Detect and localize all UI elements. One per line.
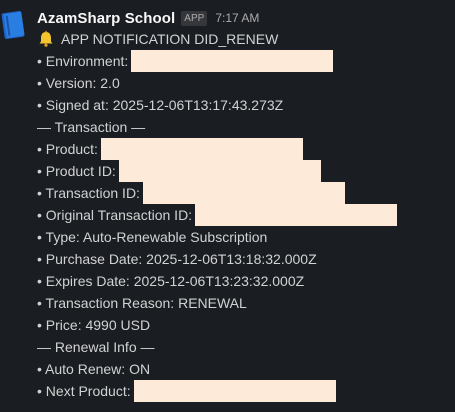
type-row: • Type: Auto-Renewable Subscription [37,226,267,248]
environment-row: • Environment: [37,50,334,72]
app-name-link[interactable]: AzamSharp School [37,10,175,27]
environment-label: • Environment: [37,53,129,69]
auto-renew-row: • Auto Renew: ON [37,358,150,380]
transaction-section-header: — Transaction — [37,116,145,138]
bell-icon [37,30,55,48]
redacted-product-id-value [118,160,321,182]
expires-date-row: • Expires Date: 2025-12-06T13:23:32.000Z [37,270,304,292]
signed-at-text: • Signed at: 2025-12-06T13:17:43.273Z [37,97,284,113]
signed-at-row: • Signed at: 2025-12-06T13:17:43.273Z [37,94,283,116]
product-row: • Product: [37,138,303,160]
renewal-info-section-header: — Renewal Info — [37,336,155,358]
message-header: AzamSharp School APP 7:17 AM [37,7,259,29]
version-text: • Version: 2.0 [37,75,120,91]
product-id-row: • Product ID: [37,160,321,182]
notification-title-row: APP NOTIFICATION DID_RENEW [37,28,278,50]
expires-date-text: • Expires Date: 2025-12-06T13:23:32.000Z [37,273,305,289]
notification-title: APP NOTIFICATION DID_RENEW [61,31,279,47]
type-text: • Type: Auto-Renewable Subscription [37,229,268,245]
purchase-date-row: • Purchase Date: 2025-12-06T13:18:32.000… [37,248,317,270]
message-timestamp[interactable]: 7:17 AM [215,11,259,25]
auto-renew-text: • Auto Renew: ON [37,361,151,377]
product-id-label: • Product ID: [37,163,116,179]
redacted-environment-value [131,50,334,72]
redacted-original-transaction-id-value [195,204,398,226]
transaction-id-label: • Transaction ID: [37,185,140,201]
transaction-reason-row: • Transaction Reason: RENEWAL [37,292,247,314]
transaction-header-text: — Transaction — [37,119,146,135]
product-label: • Product: [37,141,98,157]
app-avatar-book-icon[interactable] [0,8,28,44]
price-row: • Price: 4990 USD [37,314,150,336]
price-text: • Price: 4990 USD [37,317,151,333]
redacted-transaction-id-value [142,182,345,204]
renewal-header-text: — Renewal Info — [37,339,155,355]
purchase-date-text: • Purchase Date: 2025-12-06T13:18:32.000… [37,251,317,267]
original-transaction-id-label: • Original Transaction ID: [37,207,193,223]
app-badge: APP [181,10,208,26]
transaction-reason-text: • Transaction Reason: RENEWAL [37,295,247,311]
next-product-row: • Next Product: [37,380,336,402]
transaction-id-row: • Transaction ID: [37,182,345,204]
original-transaction-id-row: • Original Transaction ID: [37,204,398,226]
version-row: • Version: 2.0 [37,72,120,94]
redacted-product-value [100,138,303,160]
redacted-next-product-value [133,380,336,402]
next-product-label: • Next Product: [37,383,131,399]
